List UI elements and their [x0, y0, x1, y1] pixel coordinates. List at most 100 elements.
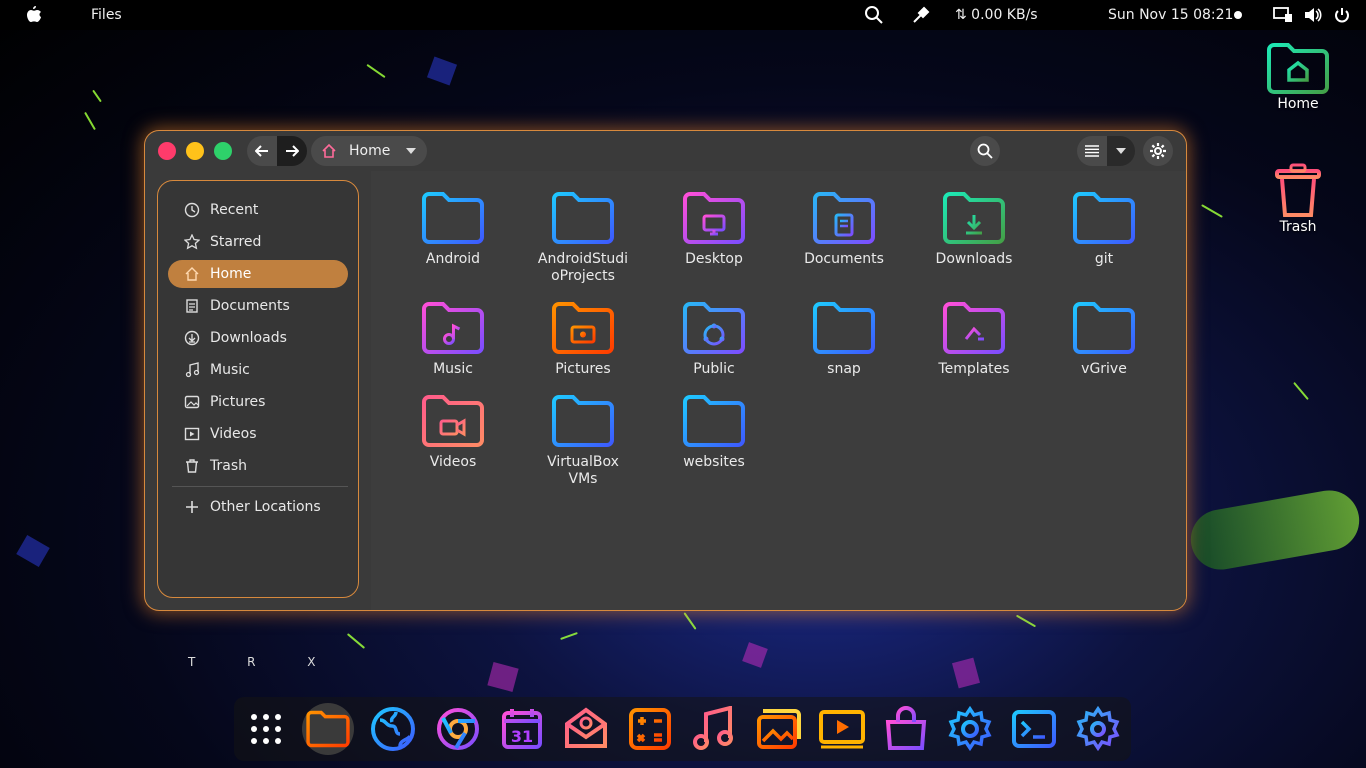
templates-folder-icon: [943, 302, 1005, 354]
forward-button[interactable]: [277, 136, 307, 166]
sidebar-item-starred[interactable]: Starred: [168, 228, 348, 256]
search-button[interactable]: [970, 136, 1000, 166]
color-picker-icon[interactable]: [912, 0, 930, 30]
file-label: vGrive: [1081, 361, 1127, 377]
file-templates[interactable]: Templates: [919, 299, 1029, 378]
menu-button[interactable]: [1143, 136, 1173, 166]
active-app-label[interactable]: Files: [91, 0, 122, 30]
desktop-trash[interactable]: Trash: [1253, 163, 1343, 235]
software-store-icon: [885, 706, 927, 750]
sidebar-item-label: Recent: [210, 202, 259, 218]
show-apps-button[interactable]: [240, 703, 292, 755]
documents-folder-icon: [813, 192, 875, 244]
notification-dot-icon: [1234, 0, 1242, 30]
desktop-folder-icon: [683, 192, 745, 244]
file-label: snap: [827, 361, 861, 377]
dock-video-player[interactable]: [816, 703, 868, 755]
clock[interactable]: Sun Nov 15 08:21: [1108, 0, 1233, 30]
chrome-icon: [437, 708, 479, 750]
pictures-icon: [182, 394, 202, 410]
file-label: Downloads: [935, 251, 1013, 267]
dock-music-player[interactable]: [688, 703, 740, 755]
desktop-watermark: T R X: [188, 655, 340, 669]
dock-chrome[interactable]: [432, 703, 484, 755]
file-public[interactable]: Public: [659, 299, 769, 378]
dock-web-browser[interactable]: [367, 703, 419, 755]
file-websites[interactable]: websites: [659, 392, 769, 471]
top-bar: Files ⇅ 0.00 KB/s Sun Nov 15 08:21: [0, 0, 1366, 30]
sidebar-item-label: Videos: [210, 426, 257, 442]
sidebar-divider: [172, 486, 348, 487]
sidebar-item-music[interactable]: Music: [168, 356, 348, 384]
dock-terminal[interactable]: [1008, 703, 1060, 755]
folder-icon: [813, 302, 875, 354]
file-downloads[interactable]: Downloads: [919, 189, 1029, 268]
sidebar-item-other-locations[interactable]: Other Locations: [168, 493, 348, 521]
file-music[interactable]: Music: [398, 299, 508, 378]
file-label: VMs: [568, 471, 598, 487]
apple-menu-icon[interactable]: [26, 0, 42, 30]
file-pictures[interactable]: Pictures: [528, 299, 638, 378]
dock-calendar[interactable]: 31: [496, 703, 548, 755]
file-android[interactable]: Android: [398, 189, 508, 268]
minimize-button[interactable]: [186, 142, 204, 160]
file-label: Music: [433, 361, 473, 377]
terminal-icon: [1012, 710, 1056, 748]
dock-calculator[interactable]: [624, 703, 676, 755]
view-list-button[interactable]: [1077, 136, 1107, 166]
desktop-home[interactable]: Home: [1253, 40, 1343, 112]
close-button[interactable]: [158, 142, 176, 160]
power-icon[interactable]: [1334, 0, 1350, 30]
file-vgrive[interactable]: vGrive: [1049, 299, 1159, 378]
maximize-button[interactable]: [214, 142, 232, 160]
file-label: Videos: [429, 454, 477, 470]
sidebar-item-downloads[interactable]: Downloads: [168, 324, 348, 352]
sidebar-item-videos[interactable]: Videos: [168, 420, 348, 448]
network-icon[interactable]: [1273, 0, 1293, 30]
videos-icon: [182, 426, 202, 442]
file-git[interactable]: git: [1049, 189, 1159, 268]
file-videos[interactable]: Videos: [398, 392, 508, 471]
video-player-icon: [819, 710, 865, 749]
dock-mail[interactable]: [560, 703, 612, 755]
music-player-icon: [693, 706, 733, 750]
sidebar-item-documents[interactable]: Documents: [168, 292, 348, 320]
sidebar-item-home[interactable]: Home: [168, 260, 348, 288]
dock-files[interactable]: [302, 703, 354, 755]
dock-image-viewer[interactable]: [752, 703, 804, 755]
network-speed[interactable]: ⇅ 0.00 KB/s: [955, 0, 1038, 30]
dock-tweaks[interactable]: [1072, 703, 1124, 755]
file-label: Public: [693, 361, 735, 377]
file-label: Documents: [804, 251, 884, 267]
chevron-down-icon[interactable]: [406, 148, 417, 154]
sidebar-item-recent[interactable]: Recent: [168, 196, 348, 224]
sidebar-item-label: Documents: [210, 298, 290, 314]
file-grid: Android AndroidStudi oProjects Desktop D…: [371, 171, 1186, 610]
mail-icon: [565, 707, 607, 748]
file-documents[interactable]: Documents: [789, 189, 899, 268]
list-view-icon: [1085, 145, 1099, 157]
file-snap[interactable]: snap: [789, 299, 899, 378]
dock-settings[interactable]: [944, 703, 996, 755]
places-sidebar: Recent Starred Home Documents Downloads …: [157, 180, 359, 598]
volume-icon[interactable]: [1304, 0, 1322, 30]
app-grid-icon: [251, 714, 281, 744]
file-androidstudioprojects[interactable]: AndroidStudi oProjects: [528, 189, 638, 285]
file-label: oProjects: [551, 268, 615, 284]
path-bar[interactable]: Home: [311, 136, 427, 166]
header-bar: Home: [145, 131, 1186, 171]
download-icon: [182, 330, 202, 346]
back-button[interactable]: [247, 136, 277, 166]
file-virtualbox-vms[interactable]: VirtualBox VMs: [528, 392, 638, 488]
search-icon[interactable]: [864, 0, 884, 30]
arrow-left-icon: [255, 145, 268, 157]
sidebar-item-trash[interactable]: Trash: [168, 452, 348, 480]
gear-icon: [1150, 143, 1166, 159]
documents-icon: [182, 298, 202, 314]
sidebar-item-pictures[interactable]: Pictures: [168, 388, 348, 416]
folder-icon: [552, 395, 614, 447]
view-options-button[interactable]: [1107, 136, 1135, 166]
dock-software-store[interactable]: [880, 703, 932, 755]
clock-icon: [182, 202, 202, 218]
file-desktop[interactable]: Desktop: [659, 189, 769, 268]
